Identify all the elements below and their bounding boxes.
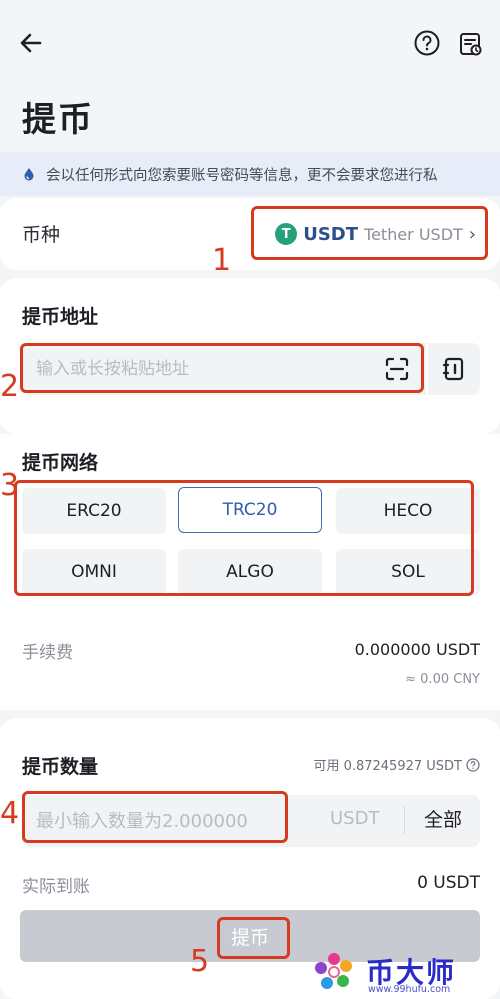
records-icon[interactable]	[456, 29, 486, 59]
network-option-omni[interactable]: OMNI	[22, 549, 166, 595]
fee-value: 0.000000 USDT	[354, 640, 480, 659]
watermark-url: www.99hufu.com	[368, 984, 451, 995]
divider	[404, 806, 405, 834]
address-book-button[interactable]	[428, 343, 480, 395]
security-notice: 会以任何形式向您索要账号密码等信息，更不会要求您进行私	[0, 152, 500, 196]
coin-selector[interactable]: T USDT Tether USDT ›	[252, 208, 488, 260]
fee-label: 手续费	[22, 643, 73, 663]
network-option-algo[interactable]: ALGO	[178, 549, 322, 595]
question-circle-icon[interactable]	[466, 757, 480, 772]
annotation-number-4: 4	[0, 796, 20, 831]
network-option-sol[interactable]: SOL	[336, 549, 480, 595]
available-balance: 可用 0.87245927 USDT	[313, 755, 480, 774]
top-bar	[0, 0, 500, 90]
tether-logo-icon: T	[275, 223, 298, 245]
coin-symbol: USDT	[303, 223, 359, 245]
annotation-number-1: 1	[212, 243, 232, 278]
coin-label: 币种	[22, 224, 61, 246]
watermark: 币大师 www.99hufu.com	[312, 950, 492, 996]
drop-icon	[24, 168, 34, 181]
question-circle-icon[interactable]	[413, 29, 441, 57]
network-option-heco[interactable]: HECO	[336, 488, 480, 534]
fee-cny: ≈ 0.00 CNY	[405, 672, 480, 687]
network-option-erc20[interactable]: ERC20	[22, 488, 166, 534]
address-book-icon	[442, 357, 464, 381]
network-label: 提币网络	[22, 452, 99, 474]
received-label: 实际到账	[22, 877, 90, 897]
annotation-number-5: 5	[190, 944, 210, 979]
arrow-left-icon[interactable]	[16, 28, 46, 58]
all-button[interactable]: 全部	[424, 805, 462, 832]
page-title: 提币	[22, 100, 94, 140]
address-label: 提币地址	[22, 306, 99, 328]
chevron-right-icon: ›	[468, 223, 476, 245]
amount-label: 提币数量	[22, 756, 99, 778]
address-input[interactable]	[22, 343, 426, 395]
received-value: 0 USDT	[417, 873, 480, 893]
flower-logo-icon	[315, 953, 352, 989]
notice-text: 会以任何形式向您索要账号密码等信息，更不会要求您进行私	[46, 167, 438, 184]
annotation-number-3: 3	[0, 468, 20, 503]
annotation-number-2: 2	[0, 369, 20, 404]
coin-name: Tether USDT	[364, 224, 463, 244]
available-text: 可用 0.87245927 USDT	[313, 759, 462, 774]
amount-unit: USDT	[330, 808, 380, 829]
scan-icon[interactable]	[383, 355, 411, 383]
network-option-trc20[interactable]: TRC20	[178, 487, 322, 533]
amount-input[interactable]	[22, 795, 480, 847]
